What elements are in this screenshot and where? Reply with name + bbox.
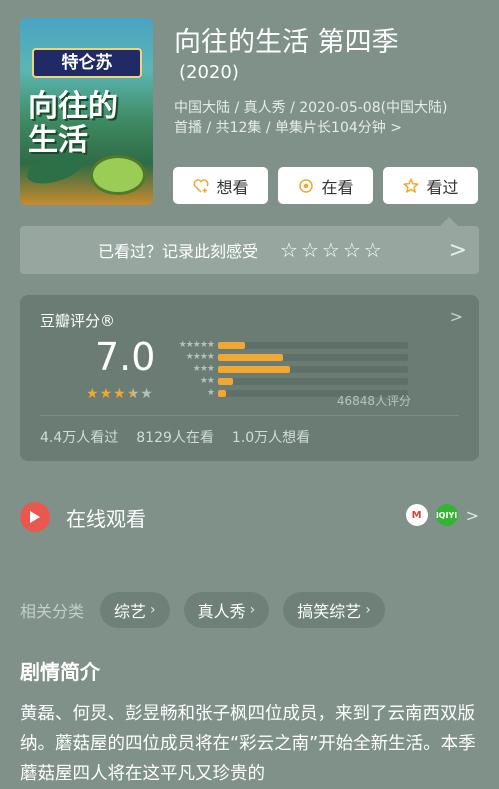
categories-label: 相关分类 [20, 602, 85, 621]
star-empty-icon: ★ [140, 386, 153, 402]
distribution-bar-5 [218, 341, 245, 349]
four-stars-icon: ★★★★ [185, 352, 215, 362]
star-outline-icon[interactable]: ☆ [322, 240, 340, 260]
distribution-row-5: ★★★★★ [170, 339, 408, 351]
watched-label: 看过 [426, 177, 459, 197]
show-meta[interactable]: 中国大陆 / 真人秀 / 2020-05-08(中国大陆) 首播 / 共12集 … [174, 98, 474, 138]
rating-distribution: ★★★★★ ★★★★ ★★★ ★★ ★ [170, 339, 408, 399]
category-pill-variety[interactable]: 综艺 › [100, 592, 170, 628]
category-pill-reality[interactable]: 真人秀 › [183, 592, 270, 628]
rate-prompt-text: 已看过？记录此刻感受 [98, 242, 259, 261]
star-outline-icon[interactable]: ☆ [343, 240, 361, 260]
heart-plus-icon [194, 178, 209, 193]
star-filled-icon: ★ [113, 386, 126, 402]
distribution-row-4: ★★★★ [170, 351, 408, 363]
star-outline-icon[interactable]: ☆ [364, 240, 382, 260]
chevron-right-icon[interactable]: > [449, 238, 467, 263]
distribution-bar-4 [218, 353, 283, 361]
distribution-bar-2 [218, 377, 234, 385]
poster-title-art: 向往的生活 [28, 89, 118, 158]
star-half-icon: ★ [126, 386, 140, 402]
watching-button[interactable]: 在看 [278, 167, 373, 204]
star-outline-icon[interactable]: ☆ [280, 240, 298, 260]
douban-score-card[interactable]: 豆瓣评分® > 7.0 ★ ★ ★ ★ ★ ★★★★★ ★★★★ ★★★ ★★ … [20, 295, 479, 461]
play-icon[interactable] [20, 502, 50, 532]
related-categories: 相关分类 综艺 › 真人秀 › 搞笑综艺 › [20, 592, 399, 628]
watch-stats: 4.4万人看过 8129人在看 1.0万人想看 [40, 427, 310, 447]
action-buttons: 想看 在看 看过 [173, 167, 478, 204]
star-outline-icon [403, 178, 419, 193]
chevron-right-icon: > [390, 120, 402, 136]
distribution-row-2: ★★ [170, 375, 408, 387]
five-stars-icon: ★★★★★ [178, 340, 215, 350]
poster-fruit-decoration [90, 155, 146, 195]
poster-image[interactable]: 特仑苏 向往的生活 [20, 18, 153, 205]
rating-count: 46848人评分 [336, 394, 411, 408]
category-label: 综艺 [114, 602, 147, 621]
star-filled-icon: ★ [86, 386, 99, 402]
watch-online-label: 在线观看 [66, 506, 146, 531]
poster-banner: 特仑苏 [32, 48, 142, 78]
want-to-watch-label: 想看 [216, 177, 249, 197]
two-stars-icon: ★★ [199, 376, 215, 386]
three-stars-icon: ★★★ [192, 364, 215, 374]
platform-list[interactable]: M iQIYI > [405, 504, 479, 526]
chevron-right-icon[interactable]: > [450, 307, 463, 326]
category-label: 真人秀 [197, 602, 246, 621]
score-value: 7.0 [95, 335, 156, 379]
star-outline-icon[interactable]: ☆ [301, 240, 319, 260]
iqiyi-logo-icon[interactable]: iQIYI [435, 504, 458, 526]
divider [40, 415, 459, 416]
chevron-right-icon: › [150, 602, 156, 618]
synopsis-text: 黄磊、何炅、彭昱畅和张子枫四位成员，来到了云南西双版纳。蘑菇屋的四位成员将在“彩… [20, 704, 476, 784]
distribution-row-3: ★★★ [170, 363, 408, 375]
watched-count: 4.4万人看过 [40, 430, 119, 446]
rating-stars-input[interactable]: ☆ ☆ ☆ ☆ ☆ [280, 240, 382, 260]
meta-line-2: 首播 / 共12集 / 单集片长104分钟 [174, 120, 386, 136]
chevron-right-icon[interactable]: > [466, 506, 479, 525]
watching-count: 8129人在看 [136, 430, 214, 446]
star-filled-icon: ★ [99, 386, 113, 402]
watched-button[interactable]: 看过 [383, 167, 478, 204]
meta-line-1: 中国大陆 / 真人秀 / 2020-05-08(中国大陆) [174, 100, 448, 116]
want-to-watch-button[interactable]: 想看 [173, 167, 268, 204]
mgtv-logo-icon[interactable]: M [405, 504, 428, 526]
rate-bar-pointer [440, 217, 458, 226]
rate-prompt-bar[interactable]: 已看过？记录此刻感受 ☆ ☆ ☆ ☆ ☆ > [20, 217, 479, 274]
circle-dot-icon [299, 178, 314, 193]
watch-online-row[interactable]: 在线观看 M iQIYI > [20, 500, 479, 534]
page-title: 向往的生活 第四季 [174, 27, 399, 58]
chevron-right-icon: › [365, 602, 371, 618]
want-count: 1.0万人想看 [231, 430, 311, 446]
watching-label: 在看 [321, 177, 354, 197]
synopsis-heading: 剧情简介 [20, 660, 100, 684]
distribution-bar-3 [218, 365, 291, 373]
score-stars: ★ ★ ★ ★ ★ [86, 386, 153, 402]
one-star-icon: ★ [206, 388, 215, 398]
distribution-bar-1 [218, 389, 226, 397]
category-pill-comedy[interactable]: 搞笑综艺 › [283, 592, 385, 628]
show-year: (2020) [179, 62, 239, 83]
category-label: 搞笑综艺 [297, 602, 362, 621]
score-label: 豆瓣评分® [40, 312, 116, 330]
chevron-right-icon: › [249, 602, 256, 618]
